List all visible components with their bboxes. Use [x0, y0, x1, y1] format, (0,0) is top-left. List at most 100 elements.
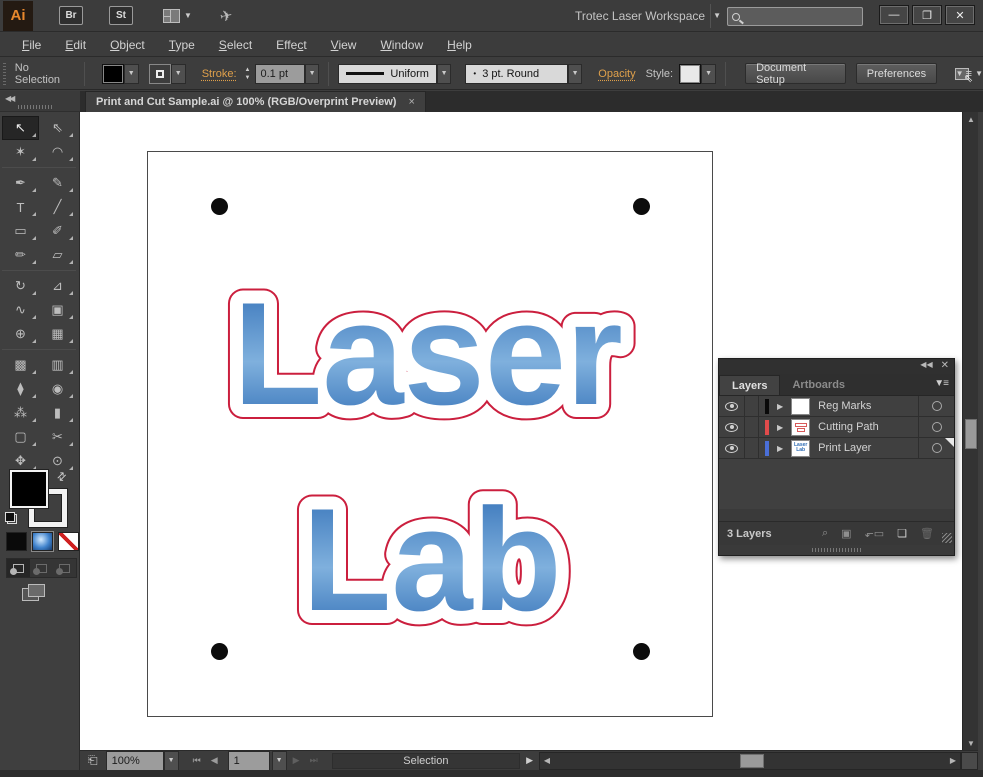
lock-cell[interactable]	[745, 396, 759, 416]
search-input[interactable]	[727, 7, 863, 26]
locate-object-icon[interactable]: ⌕	[822, 527, 828, 540]
new-sublayer-icon[interactable]: ⬐▭	[865, 527, 885, 540]
rectangle-tool[interactable]: ▭	[2, 219, 39, 243]
scroll-left-icon[interactable]: ◀	[540, 756, 554, 765]
horizontal-scroll-thumb[interactable]	[740, 754, 764, 768]
last-artboard-icon[interactable]: ⏭	[306, 755, 322, 766]
zoom-level-dropdown[interactable]: ▼	[164, 751, 179, 771]
lasso-tool[interactable]: ◠	[39, 140, 76, 164]
selection-tool[interactable]: ↖	[2, 116, 39, 140]
menu-effect[interactable]: Effect	[264, 35, 318, 55]
default-fill-stroke-icon[interactable]	[5, 512, 17, 524]
tab-artboards[interactable]: Artboards	[780, 375, 857, 395]
draw-inside-button[interactable]	[53, 559, 76, 577]
new-layer-icon[interactable]: ❏	[897, 527, 907, 540]
artboard-number-dropdown[interactable]: ▼	[272, 751, 287, 771]
first-artboard-icon[interactable]: ⏮	[189, 755, 205, 766]
fill-color-dropdown[interactable]: ▼	[124, 64, 139, 84]
target-circle-icon[interactable]	[932, 443, 942, 453]
layer-thumbnail[interactable]	[791, 398, 810, 415]
layer-thumbnail[interactable]: LaserLab	[791, 440, 810, 457]
preferences-button[interactable]: Preferences	[856, 63, 937, 84]
target-circle-icon[interactable]	[932, 401, 942, 411]
direct-selection-tool[interactable]: ⇖	[39, 116, 76, 140]
layer-name[interactable]: Reg Marks	[818, 400, 871, 412]
horizontal-scrollbar[interactable]: ◀ ▶	[539, 752, 961, 770]
panel-resize-grip[interactable]	[942, 533, 952, 543]
none-button[interactable]	[58, 532, 79, 551]
expand-layer-icon[interactable]: ▶	[777, 402, 783, 411]
step-down-icon[interactable]: ▼	[243, 74, 253, 82]
stroke-weight-stepper[interactable]: ▲▼	[243, 66, 253, 82]
close-tab-icon[interactable]: ×	[408, 96, 414, 108]
blend-tool[interactable]: ◉	[39, 377, 76, 401]
shape-builder-tool[interactable]: ⊕	[2, 322, 39, 346]
scroll-right-icon[interactable]: ▶	[946, 756, 960, 765]
scroll-up-icon[interactable]: ▲	[963, 112, 979, 126]
swap-fill-stroke-icon[interactable]: ⇄	[54, 469, 70, 485]
collapse-panel-icon[interactable]: ◀◀	[5, 94, 13, 103]
menu-type[interactable]: Type	[157, 35, 207, 55]
layer-row-print-layer[interactable]: ▶ LaserLab Print Layer	[719, 438, 954, 459]
layer-row-reg-marks[interactable]: ▶ Reg Marks	[719, 396, 954, 417]
curvature-pen-tool[interactable]: ✎	[39, 171, 76, 195]
brush-dropdown[interactable]: ▼	[568, 64, 582, 84]
lock-cell[interactable]	[745, 438, 759, 458]
fill-color-swatch[interactable]	[102, 64, 124, 84]
previous-artboard-icon[interactable]: ◀	[207, 755, 222, 766]
vertical-scroll-thumb[interactable]	[965, 419, 977, 449]
stroke-color-swatch[interactable]	[149, 64, 171, 84]
bridge-button[interactable]: Br	[59, 6, 83, 25]
menu-select[interactable]: Select	[207, 35, 264, 55]
menu-edit[interactable]: Edit	[53, 35, 98, 55]
fill-indicator[interactable]	[10, 470, 48, 508]
style-dropdown[interactable]: ▼	[701, 64, 716, 84]
maximize-button[interactable]: ❐	[912, 5, 942, 25]
pencil-tool[interactable]: ✏	[2, 243, 39, 267]
next-artboard-icon[interactable]: ▶	[289, 755, 304, 766]
layer-name[interactable]: Cutting Path	[818, 421, 879, 433]
arrange-documents-button[interactable]: ▼	[163, 9, 192, 23]
panel-grip[interactable]	[18, 105, 54, 109]
collapse-panel-icon[interactable]: ◀◀	[920, 360, 932, 371]
width-tool[interactable]: ∿	[2, 298, 39, 322]
status-display[interactable]: Selection	[332, 753, 520, 769]
target-cell[interactable]	[918, 396, 954, 416]
vertical-scrollbar[interactable]: ▲ ▼	[962, 112, 978, 750]
step-up-icon[interactable]: ▲	[243, 66, 253, 74]
draw-normal-button[interactable]	[7, 559, 30, 577]
type-tool[interactable]: T	[2, 195, 39, 219]
scale-tool[interactable]: ⊿	[39, 274, 76, 298]
menu-view[interactable]: View	[319, 35, 369, 55]
style-swatch[interactable]	[679, 64, 701, 84]
document-tab[interactable]: Print and Cut Sample.ai @ 100% (RGB/Over…	[85, 91, 426, 112]
draw-behind-button[interactable]	[30, 559, 53, 577]
mesh-tool[interactable]: ▩	[2, 353, 39, 377]
status-expand-icon[interactable]: ▶	[520, 755, 539, 766]
stroke-panel-link[interactable]: Stroke:	[202, 68, 237, 80]
color-button[interactable]	[6, 532, 27, 551]
close-panel-icon[interactable]: ✕	[941, 360, 949, 371]
menu-help[interactable]: Help	[435, 35, 484, 55]
expand-layer-icon[interactable]: ▶	[777, 423, 783, 432]
stroke-weight-dropdown[interactable]: ▼	[305, 64, 319, 84]
paintbrush-tool[interactable]: ✐	[39, 219, 76, 243]
width-profile-dropdown[interactable]: ▼	[437, 64, 451, 84]
pen-tool[interactable]: ✒	[2, 171, 39, 195]
free-transform-tool[interactable]: ▣	[39, 298, 76, 322]
perspective-grid-tool[interactable]: ▦	[39, 322, 76, 346]
stroke-color-dropdown[interactable]: ▼	[171, 64, 186, 84]
layer-name[interactable]: Print Layer	[818, 442, 871, 454]
menu-file[interactable]: File	[10, 35, 53, 55]
eyedropper-tool[interactable]: ⧫	[2, 377, 39, 401]
magic-wand-tool[interactable]: ✶	[2, 140, 39, 164]
gradient-tool[interactable]: ▥	[39, 353, 76, 377]
slice-tool[interactable]: ✂	[39, 425, 76, 449]
tab-layers[interactable]: Layers	[719, 375, 780, 395]
minimize-button[interactable]: —	[879, 5, 909, 25]
visibility-toggle[interactable]	[719, 417, 745, 437]
export-icon[interactable]: ⎗	[88, 753, 98, 768]
artboard-number-field[interactable]: 1	[228, 751, 270, 771]
width-profile-select[interactable]: Uniform	[338, 64, 437, 84]
visibility-toggle[interactable]	[719, 396, 745, 416]
